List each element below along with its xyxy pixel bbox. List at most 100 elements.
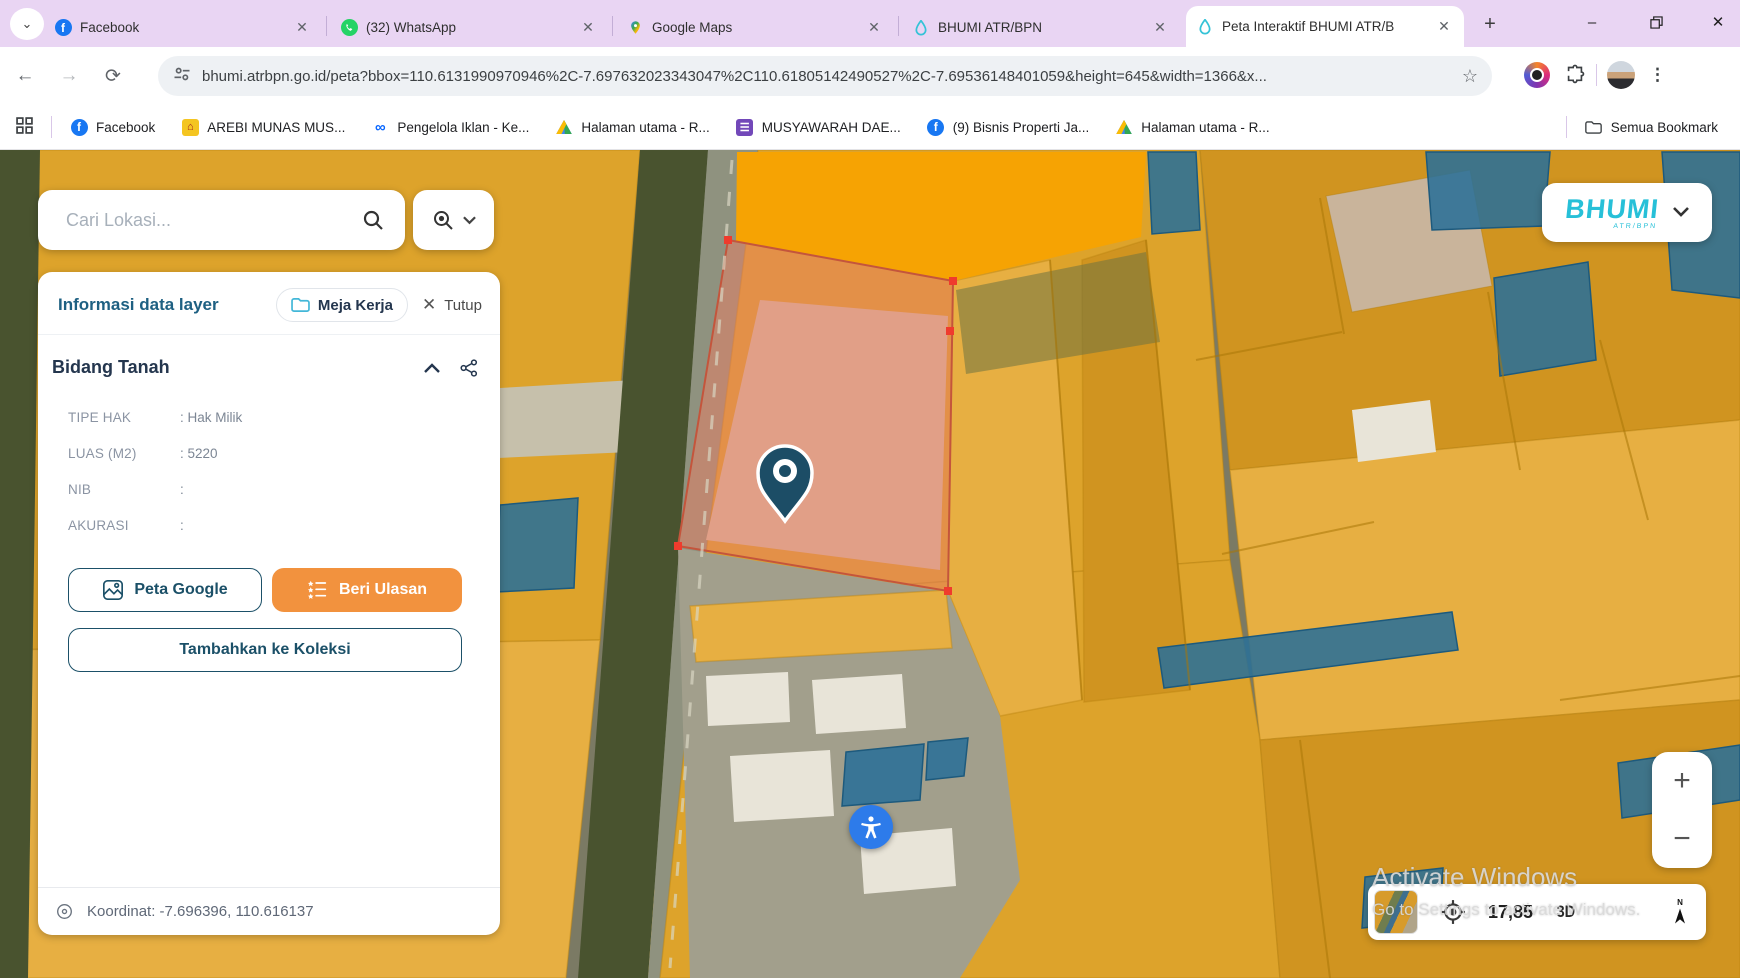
coordinate-footer: Koordinat: -7.696396, 110.616137 xyxy=(38,887,500,935)
accessibility-button[interactable] xyxy=(849,805,893,849)
parcel[interactable] xyxy=(706,672,790,726)
parcel[interactable] xyxy=(1352,400,1436,462)
parcel-vertex-handle[interactable] xyxy=(949,277,957,285)
3d-mode-button[interactable]: 3D xyxy=(1557,902,1575,922)
google-map-image-icon xyxy=(102,579,124,601)
profile-avatar[interactable] xyxy=(1607,61,1635,89)
whatsapp-icon xyxy=(340,19,358,37)
tab-separator xyxy=(612,16,613,36)
tab-google-maps[interactable]: Google Maps ✕ xyxy=(616,8,894,47)
close-panel-button[interactable]: ✕ Tutup xyxy=(422,295,482,315)
search-mode-dropdown[interactable] xyxy=(413,190,494,250)
basemap-thumbnail[interactable] xyxy=(1374,890,1418,934)
map-canvas[interactable]: Informasi data layer Meja Kerja ✕ Tutup … xyxy=(0,150,1740,978)
field-label: LUAS (M2) xyxy=(68,446,180,461)
tab-facebook[interactable]: f Facebook ✕ xyxy=(44,8,322,47)
bookmark-facebook[interactable]: f Facebook xyxy=(70,118,155,136)
blue-parcel[interactable] xyxy=(496,498,578,592)
parcel-vertex-handle[interactable] xyxy=(724,236,732,244)
tab-title: Facebook xyxy=(80,20,284,35)
forward-icon[interactable]: → xyxy=(50,57,88,95)
blue-parcel[interactable] xyxy=(926,738,968,780)
meja-kerja-button[interactable]: Meja Kerja xyxy=(276,288,408,322)
tab-search-button[interactable]: ⌄ xyxy=(10,8,44,40)
tab-peta-interaktif-active[interactable]: Peta Interaktif BHUMI ATR/B ✕ xyxy=(1186,6,1464,47)
blue-parcel[interactable] xyxy=(842,744,924,806)
parcel[interactable] xyxy=(498,380,634,458)
share-icon[interactable] xyxy=(460,359,478,377)
bhumi-logo: BHUMI ATR/BPN xyxy=(1563,196,1660,230)
chip-label: Meja Kerja xyxy=(318,297,393,314)
bhumi-icon xyxy=(1196,18,1214,36)
parcel-vertex-handle[interactable] xyxy=(944,587,952,595)
parcel[interactable] xyxy=(730,750,834,822)
google-triangle-icon xyxy=(555,118,573,136)
tab-close-icon[interactable]: ✕ xyxy=(864,18,884,38)
bookmark-star-icon[interactable]: ☆ xyxy=(1462,66,1478,87)
locate-me-icon[interactable] xyxy=(1440,899,1466,925)
address-bar[interactable]: bhumi.atrbpn.go.id/peta?bbox=110.6131990… xyxy=(158,56,1492,96)
facebook-icon: f xyxy=(54,19,72,37)
beri-ulasan-button[interactable]: Beri Ulasan xyxy=(272,568,462,612)
extensions-puzzle-icon[interactable] xyxy=(1564,62,1586,89)
kebab-menu-icon[interactable]: ⋮ xyxy=(1649,65,1666,85)
bookmark-musyawarah[interactable]: ☰ MUSYAWARAH DAE... xyxy=(736,118,901,136)
info-data-layer-panel: Informasi data layer Meja Kerja ✕ Tutup … xyxy=(38,272,500,935)
back-icon[interactable]: ← xyxy=(6,57,44,95)
bookmark-label: Facebook xyxy=(96,120,155,135)
camera-extension-icon[interactable] xyxy=(1524,62,1550,88)
bookmark-arebi[interactable]: ⌂ AREBI MUNAS MUS... xyxy=(181,118,345,136)
tab-bhumi[interactable]: BHUMI ATR/BPN ✕ xyxy=(902,8,1180,47)
field-value: : xyxy=(180,482,184,497)
panel-header: Informasi data layer Meja Kerja ✕ Tutup xyxy=(38,272,500,335)
field-value: : xyxy=(180,518,184,533)
blue-parcel[interactable] xyxy=(1426,152,1550,230)
new-tab-button[interactable]: + xyxy=(1478,12,1502,36)
blue-parcel[interactable] xyxy=(1494,262,1596,376)
tab-title: Google Maps xyxy=(652,20,856,35)
parcel-vertex-handle[interactable] xyxy=(674,542,682,550)
google-maps-icon xyxy=(626,19,644,37)
apps-grid-icon[interactable] xyxy=(16,117,33,137)
search-icon[interactable] xyxy=(361,208,385,232)
site-settings-icon[interactable] xyxy=(172,64,192,89)
bookmark-label: Halaman utama - R... xyxy=(581,120,709,135)
collapse-chevron-up-icon[interactable] xyxy=(424,363,440,373)
tab-close-icon[interactable]: ✕ xyxy=(292,18,312,38)
toolbar-right: ⋮ xyxy=(1524,61,1666,89)
compass-icon[interactable]: N xyxy=(1670,897,1690,927)
bookmark-pengelola-iklan[interactable]: ∞ Pengelola Iklan - Ke... xyxy=(371,118,529,136)
zoom-in-button[interactable]: + xyxy=(1652,752,1712,810)
restore-button[interactable] xyxy=(1628,0,1684,44)
tab-close-icon[interactable]: ✕ xyxy=(1434,17,1454,37)
bookmark-halaman-utama-2[interactable]: Halaman utama - R... xyxy=(1115,118,1269,136)
bookmark-bisnis-properti[interactable]: f (9) Bisnis Properti Ja... xyxy=(927,118,1090,136)
url-text[interactable]: bhumi.atrbpn.go.id/peta?bbox=110.6131990… xyxy=(202,68,1462,85)
chevron-down-icon xyxy=(463,216,476,225)
peta-google-button[interactable]: Peta Google xyxy=(68,568,262,612)
minimize-button[interactable]: – xyxy=(1564,0,1620,44)
bookmark-halaman-utama-1[interactable]: Halaman utama - R... xyxy=(555,118,709,136)
search-input[interactable] xyxy=(64,209,361,232)
tambahkan-ke-koleksi-button[interactable]: Tambahkan ke Koleksi xyxy=(68,628,462,672)
toolbar-divider xyxy=(1596,64,1597,86)
reload-icon[interactable]: ⟳ xyxy=(94,57,132,95)
field-row: NIB : xyxy=(68,482,500,497)
field-label: AKURASI xyxy=(68,518,180,533)
button-label: Beri Ulasan xyxy=(339,581,427,599)
parcel[interactable] xyxy=(812,674,906,734)
parcel[interactable] xyxy=(1230,420,1740,740)
tab-whatsapp[interactable]: (32) WhatsApp ✕ xyxy=(330,8,608,47)
accessibility-person-icon xyxy=(858,814,884,840)
workspace-folder-icon xyxy=(291,297,310,313)
close-window-button[interactable]: ✕ xyxy=(1690,0,1740,44)
tab-close-icon[interactable]: ✕ xyxy=(578,18,598,38)
location-search-box[interactable] xyxy=(38,190,405,250)
bhumi-layer-switcher[interactable]: BHUMI ATR/BPN xyxy=(1542,183,1712,242)
selected-parcel[interactable] xyxy=(678,240,953,591)
all-bookmarks-button[interactable]: Semua Bookmark xyxy=(1585,118,1718,136)
zoom-out-button[interactable]: − xyxy=(1652,810,1712,868)
blue-parcel[interactable] xyxy=(1148,152,1200,234)
tab-close-icon[interactable]: ✕ xyxy=(1150,18,1170,38)
parcel-vertex-handle[interactable] xyxy=(946,327,954,335)
